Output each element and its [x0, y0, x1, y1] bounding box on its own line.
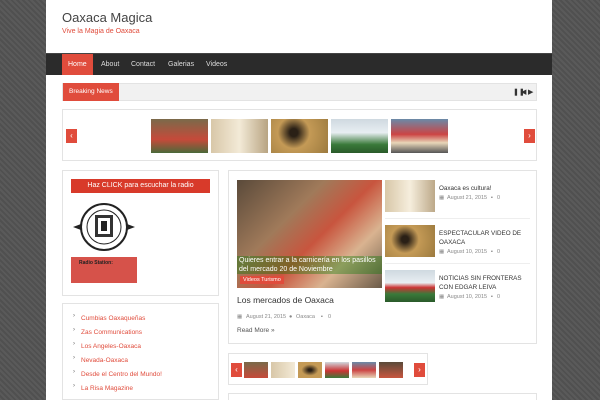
image-slider: ‹ › — [62, 109, 537, 161]
post-comments[interactable]: 0 — [328, 314, 331, 320]
secondary-slider: ‹ › — [228, 353, 428, 385]
slider-thumb[interactable] — [298, 362, 322, 378]
post-date[interactable]: August 10, 2015 — [447, 249, 487, 255]
post-date[interactable]: August 10, 2015 — [447, 294, 487, 300]
site-title[interactable]: Oaxaca Magica — [62, 10, 152, 25]
main-nav: Home About Contact Galerias Videos — [46, 53, 552, 75]
arrow-icon: › — [73, 327, 75, 333]
radio-station-label: Radio Station: — [79, 260, 113, 266]
comment-icon: ▪ — [321, 314, 323, 320]
featured-image[interactable]: Quieres entrar a la carnicería en los pa… — [237, 180, 382, 288]
chevron-right-icon[interactable]: › — [524, 129, 535, 143]
post-title[interactable]: NOTICIAS SIN FRONTERAS CON EDGAR LEIVA — [439, 274, 534, 292]
post-title[interactable]: ESPECTACULAR VIDEO DE OAXACA — [439, 229, 534, 247]
arrow-icon: › — [73, 383, 75, 389]
comment-icon: ▪ — [491, 249, 493, 255]
chevron-left-icon[interactable]: ‹ — [231, 363, 242, 377]
comment-icon: ▪ — [491, 195, 493, 201]
chevron-left-icon[interactable]: ‹ — [66, 129, 77, 143]
author-icon: ● — [289, 314, 293, 320]
slider-thumb[interactable] — [244, 362, 268, 378]
link-item[interactable]: Zas Communications — [81, 329, 142, 336]
arrow-icon: › — [73, 313, 75, 319]
radio-widget: Haz CLICK para escuchar la radio Radio S… — [62, 170, 219, 296]
post-date[interactable]: August 21, 2015 — [246, 314, 286, 320]
next-widget-edge — [228, 393, 537, 400]
calendar-icon: ▦ — [439, 195, 445, 201]
breaking-news-label: Breaking News — [63, 83, 119, 101]
radio-emblem-icon — [73, 203, 135, 251]
link-item[interactable]: Los Angeles-Oaxaca — [81, 343, 141, 350]
slider-thumb[interactable] — [325, 362, 349, 378]
link-item[interactable]: Nevada-Oaxaca — [81, 357, 128, 364]
slider-thumb[interactable] — [211, 119, 268, 153]
calendar-icon: ▦ — [439, 294, 445, 300]
featured-posts: Quieres entrar a la carnicería en los pa… — [228, 170, 537, 344]
arrow-icon: › — [73, 369, 75, 375]
post-title[interactable]: Oaxaca es cultura! — [439, 184, 534, 193]
slider-thumb[interactable] — [379, 362, 403, 378]
links-widget: › Cumbias Oaxaqueñas › Zas Communication… — [62, 303, 219, 400]
page-wrapper: Oaxaca Magica Vive la Magia de Oaxaca Ho… — [46, 0, 552, 400]
calendar-icon: ▦ — [439, 249, 445, 255]
featured-title[interactable]: Los mercados de Oaxaca — [237, 295, 334, 305]
post-author[interactable]: Oaxaca — [296, 314, 315, 320]
post-comments[interactable]: 0 — [497, 195, 500, 201]
post-thumb[interactable] — [385, 270, 435, 302]
slider-thumb[interactable] — [271, 119, 328, 153]
radio-banner[interactable]: Haz CLICK para escuchar la radio — [71, 179, 210, 193]
chevron-right-icon[interactable]: › — [414, 363, 425, 377]
nav-videos[interactable]: Videos — [200, 54, 233, 75]
calendar-icon: ▦ — [237, 314, 243, 320]
post-thumb[interactable] — [385, 180, 435, 212]
category-tag[interactable]: Videos Turismo — [240, 276, 284, 284]
link-item[interactable]: Cumbias Oaxaqueñas — [81, 315, 145, 322]
link-item[interactable]: Desde el Centro del Mundo! — [81, 371, 162, 378]
slider-thumb[interactable] — [331, 119, 388, 153]
post-comments[interactable]: 0 — [497, 249, 500, 255]
divider — [385, 263, 530, 264]
comment-icon: ▪ — [491, 294, 493, 300]
read-more-link[interactable]: Read More » — [237, 327, 275, 334]
post-date[interactable]: August 21, 2015 — [447, 195, 487, 201]
arrow-icon: › — [73, 341, 75, 347]
prev-icon[interactable]: ◀ — [521, 88, 526, 97]
divider — [385, 218, 530, 219]
post-thumb[interactable] — [385, 225, 435, 257]
nav-home[interactable]: Home — [62, 54, 93, 75]
slider-thumb[interactable] — [352, 362, 376, 378]
nav-galerias[interactable]: Galerias — [162, 54, 200, 75]
arrow-icon: › — [73, 355, 75, 361]
video-overlay-text: Quieres entrar a la carnicería en los pa… — [237, 256, 382, 274]
slider-thumb[interactable] — [271, 362, 295, 378]
link-item[interactable]: La Risa Magazine — [81, 385, 133, 392]
next-icon[interactable]: ▶ — [528, 88, 533, 97]
breaking-news-bar: Breaking News ❚❚ ◀ ▶ — [62, 83, 537, 101]
nav-contact[interactable]: Contact — [125, 54, 161, 75]
slider-thumb[interactable] — [151, 119, 208, 153]
site-tagline: Vive la Magia de Oaxaca — [62, 28, 140, 35]
slider-thumb[interactable] — [391, 119, 448, 153]
nav-about[interactable]: About — [95, 54, 125, 75]
post-comments[interactable]: 0 — [497, 294, 500, 300]
